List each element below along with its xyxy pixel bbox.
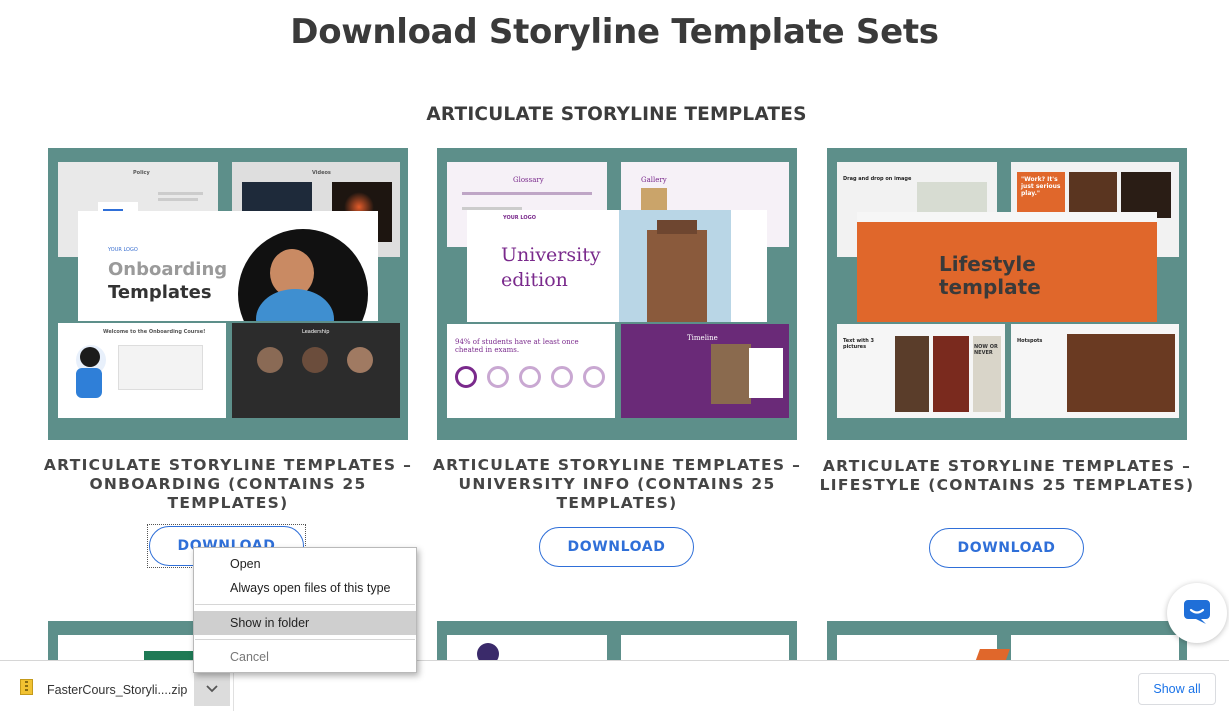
page-title: Download Storyline Template Sets: [290, 12, 939, 52]
menu-item-always-open[interactable]: Always open files of this type: [194, 576, 416, 600]
slide-label: Glossary: [513, 176, 544, 184]
slide-label: Welcome to the Onboarding Course!: [103, 329, 206, 335]
card-image-row2-2[interactable]: [437, 621, 797, 661]
slide-label: "Work? It's just serious play.": [1021, 176, 1061, 197]
slide-heading: Templates: [108, 282, 212, 303]
slide-label: Leadership: [302, 329, 330, 335]
slide-label: Timeline: [687, 334, 718, 342]
slide-heading: University: [501, 244, 601, 266]
slide-label: Text with 3 pictures: [843, 338, 874, 350]
section-title: ARTICULATE STORYLINE TEMPLATES: [426, 104, 807, 125]
download-button-university[interactable]: DOWNLOAD: [539, 527, 694, 567]
slide-heading: edition: [501, 269, 568, 291]
zip-file-icon: [20, 679, 33, 695]
card-image-university[interactable]: Glossary Gallery YOUR LOGO University ed…: [437, 148, 797, 440]
slide-label: Hotspots: [1017, 338, 1043, 344]
slide-heading: template: [939, 275, 1041, 299]
download-file-name[interactable]: FasterCours_Storyli....zip: [47, 683, 187, 697]
card-image-row2-3[interactable]: [827, 621, 1187, 661]
download-button-lifestyle[interactable]: DOWNLOAD: [929, 528, 1084, 568]
menu-separator: [195, 604, 415, 605]
card-image-lifestyle[interactable]: Drag and drop on image "Work? It's just …: [827, 148, 1187, 440]
slide-label: Drag and drop on image: [843, 176, 912, 182]
download-context-menu: Open Always open files of this type Show…: [193, 547, 417, 673]
slide-label: Policy: [133, 170, 150, 176]
chat-bubble-icon: [1182, 596, 1212, 631]
download-shelf: FasterCours_Storyli....zip Show all: [0, 660, 1229, 711]
show-all-button[interactable]: Show all: [1138, 673, 1216, 705]
slide-kicker: YOUR LOGO: [503, 215, 536, 221]
download-options-button[interactable]: [194, 672, 230, 706]
menu-item-cancel[interactable]: Cancel: [194, 645, 416, 669]
slide-heading: Lifestyle: [939, 252, 1036, 276]
slide-label: Gallery: [641, 176, 667, 184]
chat-widget-button[interactable]: [1167, 583, 1227, 643]
slide-label: 94% of students have at least once cheat…: [455, 338, 579, 354]
menu-item-show-in-folder[interactable]: Show in folder: [194, 611, 416, 635]
card-title-onboarding: ARTICULATE STORYLINE TEMPLATES – ONBOARD…: [43, 456, 413, 512]
menu-separator: [195, 639, 415, 640]
card-image-onboarding[interactable]: Policy Videos YOUR LOGO Onboarding Templ…: [48, 148, 408, 440]
slide-label: Videos: [312, 170, 331, 176]
menu-item-open[interactable]: Open: [194, 552, 416, 576]
card-title-lifestyle: ARTICULATE STORYLINE TEMPLATES – LIFESTY…: [819, 457, 1195, 494]
slide-kicker: YOUR LOGO: [108, 247, 138, 253]
slide-heading: Onboarding: [108, 259, 228, 280]
poster-text: NOW OR NEVER: [974, 344, 998, 356]
chevron-down-icon: [206, 680, 218, 698]
card-title-university: ARTICULATE STORYLINE TEMPLATES – UNIVERS…: [432, 456, 802, 512]
